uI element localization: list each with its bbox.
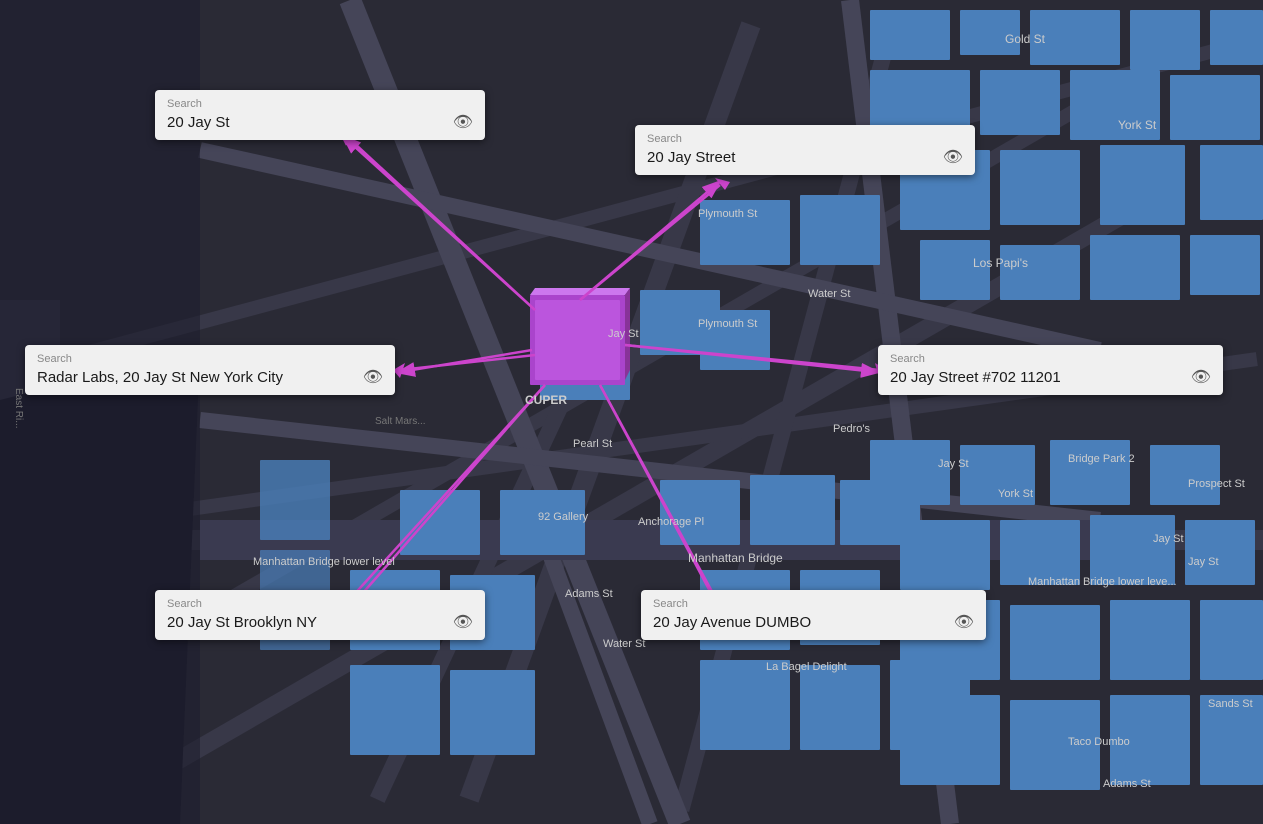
map-label-jay-st: Jay St: [608, 328, 639, 340]
map-label-pearl-st: Pearl St: [573, 438, 612, 450]
map-label-salt-marsh: Salt Mars...: [375, 416, 426, 427]
search-card-jay-702[interactable]: Search 20 Jay Street #702 11201 👁: [878, 345, 1223, 395]
search-card-radar-labs[interactable]: Search Radar Labs, 20 Jay St New York Ci…: [25, 345, 395, 395]
search-card-brooklyn[interactable]: Search 20 Jay St Brooklyn NY 👁: [155, 590, 485, 640]
search-card-value-3: Radar Labs, 20 Jay St New York City: [37, 369, 353, 386]
map-label-york-st: York St: [1118, 118, 1156, 132]
map-label-jay-st-3: Jay St: [1153, 533, 1184, 545]
search-card-value-4: 20 Jay Street #702 11201: [890, 369, 1181, 386]
map-label-anchorage-pl: Anchorage Pl: [638, 516, 704, 528]
search-card-jay-st[interactable]: Search 20 Jay St 👁: [155, 90, 485, 140]
search-card-value-2: 20 Jay Street: [647, 149, 933, 166]
map-label-jay-st-4: Jay St: [1188, 556, 1219, 568]
search-card-jay-street[interactable]: Search 20 Jay Street 👁: [635, 125, 975, 175]
search-card-value-1: 20 Jay St: [167, 114, 443, 131]
map-label-york-st-2: York St: [998, 488, 1033, 500]
map-label-92-gallery: 92 Gallery: [538, 511, 588, 523]
search-card-value-6: 20 Jay Avenue DUMBO: [653, 614, 944, 631]
map-label-plymouth-st-1: Plymouth St: [698, 208, 757, 220]
eye-icon-3[interactable]: 👁: [363, 367, 383, 387]
map-label-manhattan-bridge: Manhattan Bridge: [688, 551, 783, 565]
search-card-label-3: Search: [37, 353, 383, 365]
map-label-cuper: CUPER: [525, 393, 567, 407]
search-card-label-2: Search: [647, 133, 963, 145]
eye-icon-5[interactable]: 👁: [453, 612, 473, 632]
eye-icon-1[interactable]: 👁: [453, 112, 473, 132]
map-label-los-papis: Los Papi's: [973, 256, 1028, 270]
search-card-label-1: Search: [167, 98, 473, 110]
search-card-label-5: Search: [167, 598, 473, 610]
map-container: Gold St York St Los Papi's Water St Jay …: [0, 0, 1263, 824]
map-label-bridge-park: Bridge Park 2: [1068, 453, 1135, 465]
map-label-adams-st: Adams St: [565, 588, 613, 600]
eye-icon-2[interactable]: 👁: [943, 147, 963, 167]
map-label-taco-dumbo: Taco Dumbo: [1068, 736, 1130, 748]
map-label-plymouth-st-2: Plymouth St: [698, 318, 757, 330]
search-card-label-4: Search: [890, 353, 1211, 365]
map-label-water-st-2: Water St: [603, 638, 645, 650]
map-label-adams-st-2: Adams St: [1103, 778, 1151, 790]
map-label-manhattan-bridge-lower-1: Manhattan Bridge lower level: [253, 556, 395, 568]
search-card-label-6: Search: [653, 598, 974, 610]
map-label-la-bagel: La Bagel Delight: [766, 661, 847, 673]
map-label-manhattan-bridge-lower-2: Manhattan Bridge lower leve...: [1028, 576, 1177, 588]
map-label-gold-st: Gold St: [1005, 32, 1045, 46]
eye-icon-4[interactable]: 👁: [1191, 367, 1211, 387]
map-label-prospect-st: Prospect St: [1188, 478, 1245, 490]
map-label-east-river: East Ri...: [13, 388, 24, 429]
search-card-dumbo[interactable]: Search 20 Jay Avenue DUMBO 👁: [641, 590, 986, 640]
map-label-sands-st: Sands St: [1208, 698, 1253, 710]
map-label-jay-st-2: Jay St: [938, 458, 969, 470]
eye-icon-6[interactable]: 👁: [954, 612, 974, 632]
map-label-pedros: Pedro's: [833, 423, 870, 435]
search-card-value-5: 20 Jay St Brooklyn NY: [167, 614, 443, 631]
map-label-water-st: Water St: [808, 288, 850, 300]
